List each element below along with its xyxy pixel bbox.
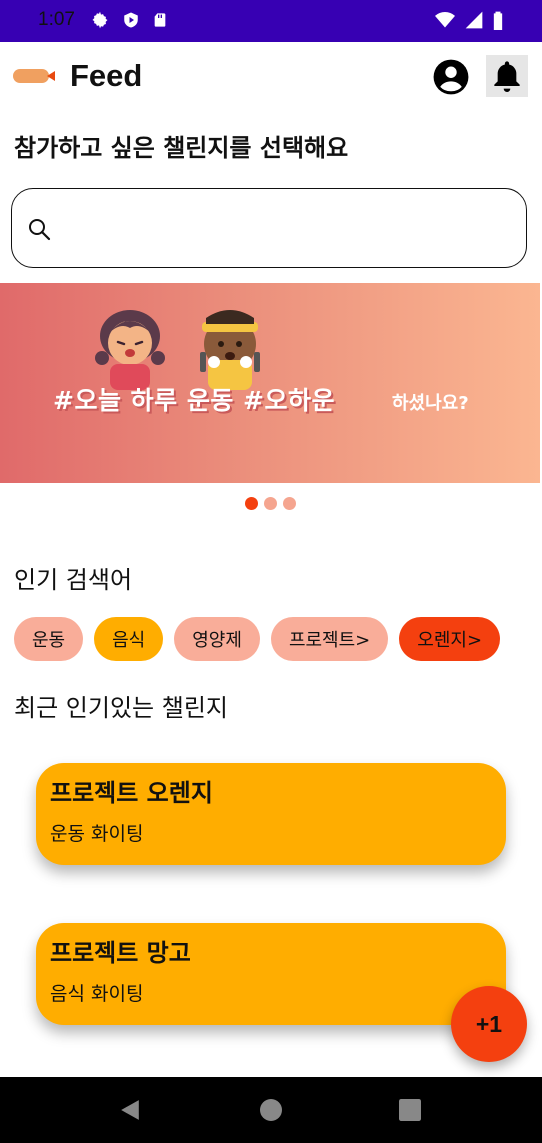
settings-icon: [92, 11, 108, 29]
keyword-chip[interactable]: 영양제: [174, 617, 260, 661]
sd-card-icon: [154, 13, 166, 27]
challenge-card[interactable]: 프로젝트 망고 음식 화이팅: [36, 923, 506, 1025]
wifi-icon: [435, 12, 455, 28]
account-button[interactable]: [432, 58, 470, 96]
pager-indicator: [245, 497, 296, 510]
status-icons-right: [434, 10, 504, 30]
challenge-card-subtitle: 운동 화이팅: [50, 823, 144, 845]
challenge-card-subtitle: 음식 화이팅: [50, 983, 144, 1005]
signal-icon: [465, 11, 483, 29]
status-time: 1:07: [38, 9, 75, 30]
battery-icon: [493, 11, 503, 30]
search-input[interactable]: [62, 200, 516, 258]
back-icon[interactable]: [119, 1099, 141, 1121]
challenge-card-title: 프로젝트 오렌지: [50, 779, 213, 807]
pager-dot-active: [245, 497, 258, 510]
banner-sub-text: 하셨나요?: [392, 393, 469, 414]
search-icon: [29, 219, 51, 241]
carrot-logo-icon: [13, 69, 55, 83]
challenge-card[interactable]: 프로젝트 오렌지 운동 화이팅: [36, 763, 506, 865]
recent-challenges-title: 최근 인기있는 챌린지: [14, 694, 228, 722]
home-icon[interactable]: [260, 1099, 282, 1121]
notification-button[interactable]: [486, 55, 528, 97]
keyword-chips: 운동 음식 영양제 프로젝트> 오렌지>: [14, 617, 501, 661]
bell-icon: [494, 61, 520, 92]
play-protect-icon: [124, 12, 138, 28]
banner-main-text: #오늘 하루 운동 #오하운: [53, 386, 336, 415]
system-nav-bar: [0, 1077, 542, 1143]
page-subtitle: 참가하고 싶은 챌린지를 선택해요: [14, 134, 349, 162]
keyword-chip[interactable]: 프로젝트>: [270, 617, 389, 661]
challenge-card-title: 프로젝트 망고: [50, 939, 191, 967]
pager-dot: [264, 497, 277, 510]
app-title: Feed: [70, 58, 143, 93]
popular-keywords-title: 인기 검색어: [14, 566, 133, 594]
account-circle-icon: [433, 59, 469, 95]
pager-dot: [283, 497, 296, 510]
plus-one-fab-button[interactable]: +1: [451, 986, 527, 1062]
keyword-chip[interactable]: 운동: [14, 617, 84, 661]
recents-icon[interactable]: [399, 1099, 421, 1121]
keyword-chip[interactable]: 오렌지>: [399, 617, 501, 661]
keyword-chip[interactable]: 음식: [94, 617, 164, 661]
status-icons-left: [90, 10, 168, 30]
